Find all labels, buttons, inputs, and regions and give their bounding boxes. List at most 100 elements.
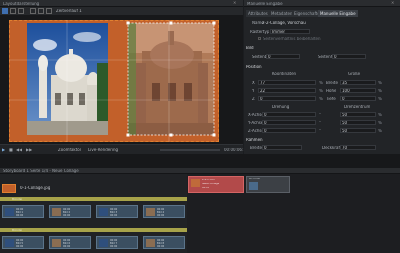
clip-info: 00:00 Bild 8 00:00 bbox=[157, 239, 164, 248]
name-value: 2-2-Collage, Vorschau bbox=[262, 21, 306, 25]
timeline-clip[interactable]: 00:00 Bild 8 00:00 bbox=[143, 236, 185, 249]
move-icon[interactable] bbox=[30, 8, 36, 14]
selected-clip[interactable]: 2-2-1 Coll Neue Collage 00:00 bbox=[188, 176, 244, 193]
collage-clip-thumb[interactable] bbox=[2, 184, 16, 193]
clip-time: 00:00 bbox=[202, 187, 210, 189]
rotate-x-field[interactable]: 0 bbox=[262, 112, 316, 117]
timeline-clip[interactable]: 00:00 Bild 3 00:00 bbox=[96, 205, 138, 218]
size-w-field[interactable]: 0 bbox=[266, 54, 300, 59]
height-label: Höhe bbox=[326, 89, 337, 93]
anchor-x-field[interactable]: 50 bbox=[340, 112, 376, 117]
width-unit: % bbox=[378, 81, 382, 85]
separator bbox=[0, 154, 400, 168]
close-icon[interactable]: ✕ bbox=[233, 1, 236, 5]
timeline-select[interactable]: Zeitverlauf 1 bbox=[56, 9, 82, 13]
timeline-clip[interactable]: 00:00 Bild 7 00:00 bbox=[96, 236, 138, 249]
track-label: Bündel bbox=[12, 229, 23, 232]
timeline-clip[interactable]: 00:00 Bild 4 00:00 bbox=[143, 205, 185, 218]
anchor-y-unit: % bbox=[378, 121, 382, 125]
track-bar[interactable] bbox=[0, 197, 187, 201]
clip-thumb bbox=[146, 239, 155, 247]
frame-icon[interactable] bbox=[18, 8, 24, 14]
stop-icon[interactable]: ■ bbox=[9, 148, 13, 152]
clip-thumb bbox=[5, 239, 14, 247]
anchor-z-unit: % bbox=[378, 129, 382, 133]
opacity-field[interactable]: 70 bbox=[340, 145, 376, 150]
clip-thumb bbox=[191, 179, 200, 187]
y-label: Y bbox=[252, 89, 255, 93]
rotate-y-field[interactable]: 0 bbox=[262, 120, 316, 125]
grid-icon[interactable] bbox=[10, 8, 16, 14]
format-select[interactable]: Immer bbox=[270, 29, 310, 34]
ratio-checkbox[interactable] bbox=[258, 37, 261, 40]
clip-info: 00:00 Bild 6 00:00 bbox=[63, 239, 70, 248]
rotate-z-field[interactable]: 0 bbox=[262, 128, 316, 133]
tab-attributes[interactable]: Attributes bbox=[246, 10, 270, 17]
height-unit: % bbox=[378, 89, 382, 93]
width-label: Breite bbox=[326, 81, 338, 85]
coord-col-label: Koordinaten bbox=[272, 72, 297, 76]
clip-thumb bbox=[249, 182, 258, 190]
rotate-y-unit: ° bbox=[319, 121, 321, 125]
preview-window-title: Layoutdarstellung bbox=[3, 1, 40, 6]
clip-info: 00:00 Bild 7 00:00 bbox=[110, 239, 117, 248]
timeline-clip[interactable]: 00:00 Bild 1 00:00 bbox=[2, 205, 44, 218]
height-field[interactable]: 100 bbox=[340, 88, 376, 93]
border-width-field[interactable]: 0 bbox=[262, 145, 302, 150]
depth-field[interactable]: 0 bbox=[340, 96, 376, 101]
layout-icon[interactable] bbox=[2, 8, 8, 14]
clip-info-line: 00:00 bbox=[157, 245, 165, 248]
depth-label: Tiefe bbox=[326, 97, 336, 101]
z-unit: % bbox=[319, 97, 323, 101]
rewind-icon[interactable]: ◀◀ bbox=[16, 148, 22, 152]
rotate-x-unit: ° bbox=[319, 113, 321, 117]
track-1-clips: 00:00 Bild 1 00:00 00:00 Bild 2 00:00 00:00 Bil… bbox=[0, 204, 187, 220]
section-size[interactable]: Bild bbox=[246, 46, 254, 51]
clip-thumb bbox=[99, 208, 108, 216]
clip-info: 00:00 Bild 4 00:00 bbox=[157, 208, 164, 217]
opacity-label: Deckkraft bbox=[322, 146, 342, 150]
anchor-z-field[interactable]: 50 bbox=[340, 128, 376, 133]
section-position[interactable]: Position bbox=[246, 65, 262, 70]
clip-info-line: 00:00 bbox=[16, 245, 24, 248]
x-field[interactable]: 77 bbox=[258, 80, 316, 85]
clip-info-line: 00:00 bbox=[157, 214, 165, 217]
y-unit: % bbox=[319, 89, 323, 93]
x-unit: % bbox=[319, 81, 323, 85]
track-bar[interactable] bbox=[0, 228, 187, 232]
props-title-bar: Manuelle Eingabe ✕ bbox=[244, 0, 400, 7]
rotate-y-label: Y-Achse bbox=[248, 121, 264, 125]
clip-info-line: 00:00 bbox=[110, 245, 118, 248]
layout-guides bbox=[9, 20, 219, 142]
snap-icon[interactable] bbox=[46, 8, 52, 14]
render-mode-select[interactable]: Live-Rendering bbox=[88, 148, 118, 152]
section-border[interactable]: Rahmen bbox=[246, 138, 263, 143]
rotate-col-label: Drehung bbox=[272, 105, 290, 109]
clip-thumb bbox=[52, 208, 61, 216]
clip-info: 00:00 Bild 5 00:00 bbox=[16, 239, 23, 248]
timeline-clip[interactable]: 00:00 Bild 6 00:00 bbox=[49, 236, 91, 249]
clip-thumb bbox=[52, 239, 61, 247]
z-field[interactable]: 0 bbox=[258, 96, 316, 101]
size-h-field[interactable]: 0 bbox=[332, 54, 366, 59]
clip-info-line: 00:00 bbox=[63, 245, 71, 248]
width-field[interactable]: 35 bbox=[340, 80, 376, 85]
forward-icon[interactable]: ▶▶ bbox=[26, 148, 32, 152]
anchor-col-label: Drehzentrum bbox=[344, 105, 371, 109]
clip-info: 00:00 Bild 3 00:00 bbox=[110, 208, 117, 217]
play-icon[interactable]: ▶ bbox=[2, 148, 5, 152]
align-icon[interactable] bbox=[38, 8, 44, 14]
props-window-title: Manuelle Eingabe bbox=[247, 1, 283, 6]
anchor-x-unit: % bbox=[378, 113, 382, 117]
tab-manual-input[interactable]: Manuelle Eingabe bbox=[318, 10, 358, 17]
volume-slider[interactable] bbox=[160, 149, 220, 151]
timeline-clip[interactable]: 00:00 Bild 5 00:00 bbox=[2, 236, 44, 249]
tab-metadata[interactable]: Metadaten bbox=[269, 10, 295, 17]
timeline-clip[interactable]: 00:00 Bild 2 00:00 bbox=[49, 205, 91, 218]
clip-title: 2-2-1 Coll bbox=[202, 179, 215, 181]
anchor-y-field[interactable]: 50 bbox=[340, 120, 376, 125]
next-clip[interactable]: Pic Inmo bbox=[246, 176, 290, 193]
zoom-select[interactable]: Zoomfaktor bbox=[58, 148, 81, 152]
y-field[interactable]: 22 bbox=[258, 88, 316, 93]
close-icon[interactable]: ✕ bbox=[391, 1, 394, 5]
